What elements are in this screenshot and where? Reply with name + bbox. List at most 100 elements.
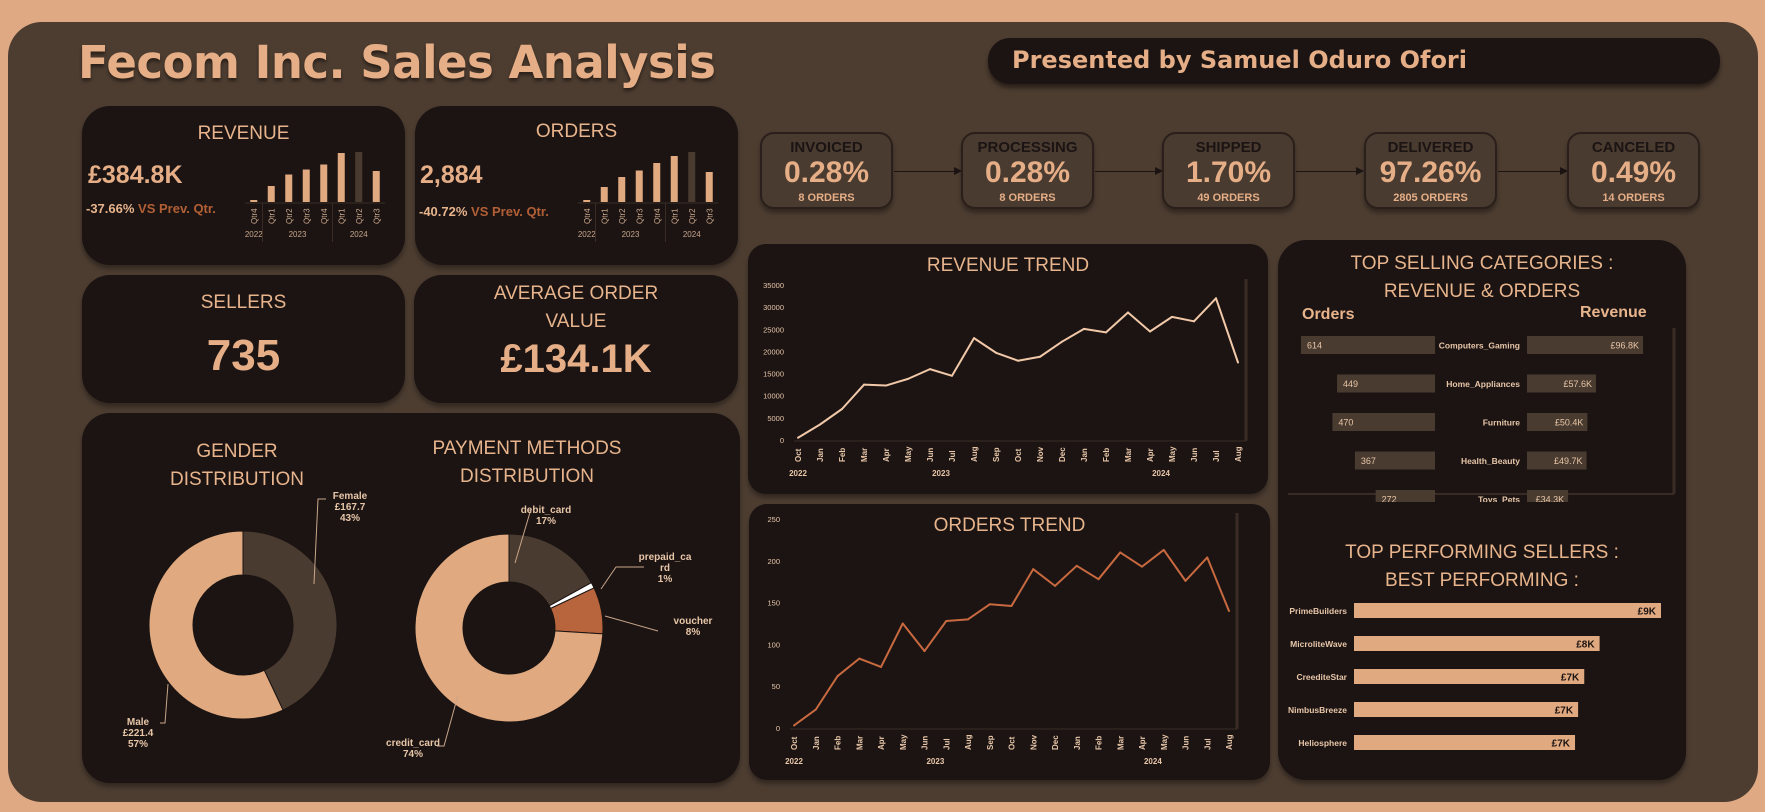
seller-name: MicroliteWave — [1290, 639, 1347, 649]
seller-value-label: £9K — [1638, 607, 1657, 618]
stage-processing: PROCESSING 0.28% 8 ORDERS — [961, 132, 1094, 209]
orders-q-bar — [618, 177, 626, 202]
revenue-trend-x-tick: Mar — [1124, 448, 1133, 462]
payment-credit-label: credit_card — [386, 738, 440, 749]
revenue-card: REVENUE £384.8K -37.66% VS Prev. Qtr. Qt… — [82, 106, 405, 265]
revenue-q-bar — [355, 152, 363, 202]
orders-q-year-label: 2024 — [683, 230, 701, 239]
orders-trend-point — [1032, 568, 1035, 571]
stage-delivered: DELIVERED 97.26% 2805 ORDERS — [1364, 132, 1497, 209]
gender-male-label: Male — [127, 717, 150, 728]
orders-q-year-label: 2023 — [622, 230, 640, 239]
arrow-icon — [1095, 167, 1163, 175]
revenue-q-tick-label: Qtr1 — [267, 208, 276, 224]
stage-label: INVOICED — [790, 139, 863, 156]
orders-q-bar — [688, 152, 696, 202]
revenue-trend-point — [1083, 327, 1085, 330]
orders-value: 2,884 — [420, 161, 483, 189]
revenue-trend-y-tick: 5000 — [767, 414, 784, 423]
orders-q-tick-label: Qtr3 — [635, 208, 644, 224]
orders-q-bar — [670, 156, 678, 202]
revenue-trend-point — [929, 368, 931, 371]
aov-value: £134.1K — [500, 337, 652, 381]
stage-label: SHIPPED — [1195, 139, 1262, 156]
revenue-q-bar — [320, 164, 328, 202]
orders-q-tick-label: Qtr4 — [653, 208, 662, 224]
revenue-trend-x-tick: Oct — [794, 448, 803, 462]
revenue-trend-x-tick: Apr — [1146, 448, 1155, 462]
orders-trend-point — [1010, 604, 1013, 607]
orders-q-tick-label: Qtr4 — [583, 208, 592, 224]
orders-trend-x-tick: May — [1160, 734, 1169, 750]
stage-canceled: CANCELED 0.49% 14 ORDERS — [1567, 132, 1700, 209]
arrow-icon — [1498, 167, 1568, 175]
orders-trend-y-tick: 50 — [772, 682, 780, 691]
presenter-banner: Presented by Samuel Oduro Ofori — [988, 38, 1720, 84]
orders-trend-point — [1054, 584, 1056, 587]
revenue-trend-y-tick: 10000 — [763, 392, 784, 401]
payment-debit-label: 17% — [536, 516, 556, 527]
revenue-trend-point — [1149, 330, 1151, 333]
orders-trend-y-tick: 100 — [767, 640, 780, 649]
revenue-trend-x-tick: Jul — [948, 450, 957, 462]
revenue-trend-point — [885, 384, 887, 387]
revenue-trend-point — [1215, 297, 1217, 300]
payment-leader — [600, 566, 644, 590]
revenue-trend-x-tick: Jun — [1190, 448, 1199, 462]
gender-leader — [160, 683, 169, 724]
orders-trend-point — [814, 708, 817, 711]
revenue-q-tick-label: Qtr3 — [372, 208, 381, 224]
orders-trend-point — [836, 675, 839, 678]
rankings-card: TOP SELLING CATEGORIES : REVENUE & ORDER… — [1278, 240, 1686, 780]
seller-value-label: £8K — [1576, 640, 1595, 651]
revenue-trend-x-tick: Jul — [1212, 450, 1221, 462]
orders-trend-point — [967, 618, 969, 621]
orders-trend-year-label: 2022 — [785, 757, 803, 766]
orders-delta-pct: -40.72% — [419, 204, 468, 219]
orders-q-tick-label: Qtr2 — [618, 208, 627, 224]
revenue-trend-x-tick: Dec — [1058, 447, 1067, 462]
orders-trend-point — [1206, 556, 1209, 559]
category-name: Home_Appliances — [1446, 379, 1520, 389]
orders-trend-x-tick: Feb — [1095, 736, 1104, 750]
category-name: Toys_Pets — [1478, 495, 1520, 503]
revenue-trend-x-tick: Feb — [838, 448, 847, 462]
orders-trend-y-tick: 250 — [767, 515, 780, 524]
payment-voucher-label: 8% — [686, 627, 701, 638]
stage-pct: 0.28% — [783, 156, 870, 189]
seller-value-label: £7K — [1561, 673, 1580, 684]
revenue-trend-y-tick: 25000 — [763, 325, 784, 334]
aov-card: AVERAGE ORDER VALUE £134.1K — [414, 275, 738, 403]
revenue-trend-y-tick: 15000 — [763, 370, 784, 379]
revenue-trend-point — [951, 374, 953, 377]
orders-trend-point — [858, 657, 861, 660]
revenue-trend-x-tick: May — [1168, 446, 1177, 462]
orders-trend-point — [1097, 578, 1100, 581]
orders-trend-x-tick: Apr — [877, 736, 886, 750]
sellers-card: SELLERS 735 — [82, 275, 405, 403]
stage-pct: 0.28% — [984, 156, 1071, 189]
seller-name: CreediteStar — [1296, 672, 1347, 682]
revenue-delta-vs: VS Prev. Qtr. — [138, 201, 216, 216]
page-title: Fecom Inc. Sales Analysis — [78, 36, 716, 89]
orders-quarterly-chart: Qtr4 Qtr1 Qtr2 Qtr3 Qtr4 Qtr1 Qtr2 Qtr3 2022 2023… — [578, 152, 718, 242]
revenue-q-tick-label: Qtr3 — [302, 208, 311, 224]
payment-credit-label: 74% — [403, 749, 423, 760]
category-orders-label: 367 — [1361, 456, 1376, 466]
stage-count: 8 ORDERS — [798, 192, 855, 204]
category-revenue-label: £50.4K — [1555, 418, 1584, 428]
sellers-rank-title-line2: BEST PERFORMING : — [1385, 570, 1579, 591]
gender-female-label: Female — [333, 491, 368, 502]
stage-pct: 1.70% — [1185, 156, 1272, 189]
revenue-value: £384.8K — [88, 161, 183, 189]
revenue-trend-x-tick: Sep — [992, 447, 1001, 462]
orders-q-year-label: 2022 — [578, 230, 596, 239]
seller-bar — [1354, 636, 1600, 651]
orders-trend-point — [1184, 579, 1187, 582]
revenue-trend-point — [841, 408, 843, 410]
revenue-q-year-label: 2023 — [289, 230, 307, 239]
gender-female-label: 43% — [340, 513, 360, 524]
revenue-q-bar — [250, 200, 258, 202]
revenue-trend-point — [863, 383, 865, 386]
orders-trend-x-tick: Jan — [812, 736, 821, 750]
